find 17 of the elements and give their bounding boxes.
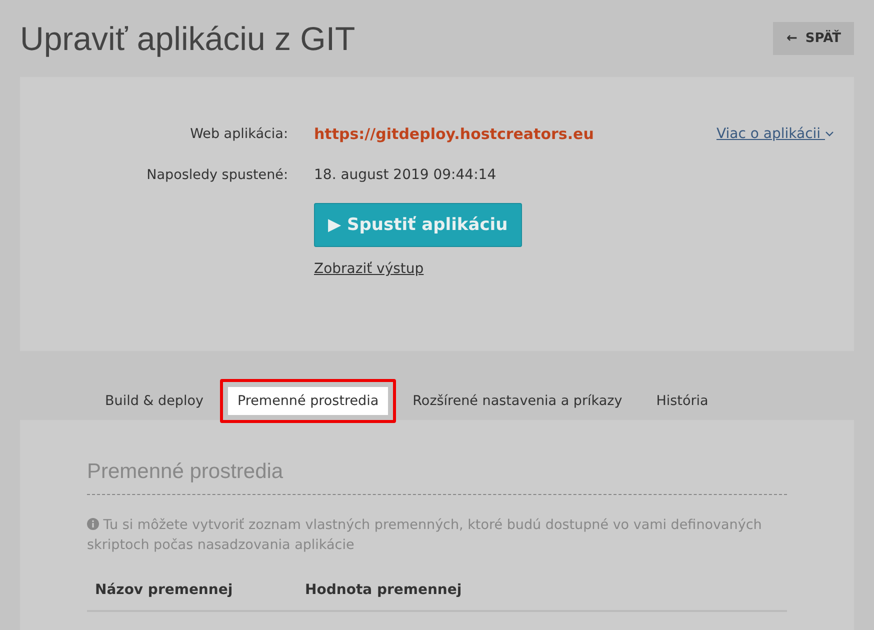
show-output-link[interactable]: Zobraziť výstup bbox=[314, 261, 424, 277]
back-button[interactable]: ← SPÄŤ bbox=[773, 22, 854, 55]
field-label: Naposledy spustené: bbox=[146, 167, 288, 183]
field-value: 18. august 2019 09:44:14 bbox=[314, 167, 496, 183]
tab[interactable]: Premenné prostredia bbox=[220, 379, 396, 423]
info-icon bbox=[87, 518, 99, 530]
column-header: Hodnota premennej bbox=[305, 582, 463, 598]
column-header: Názov premennej bbox=[95, 582, 234, 598]
field-label: Web aplikácia: bbox=[189, 126, 288, 142]
tab[interactable]: Build & deploy bbox=[88, 379, 220, 423]
tab[interactable]: Rozšírené nastavenia a príkazy bbox=[396, 379, 640, 423]
more-info-link[interactable]: Viac o aplikácii bbox=[716, 126, 834, 142]
page-title: Upraviť aplikáciu z GIT bbox=[20, 20, 356, 58]
tab[interactable]: História bbox=[639, 379, 726, 423]
chevron-down-icon bbox=[825, 131, 834, 138]
section-heading: Premenné prostredia bbox=[87, 460, 787, 495]
info-text: Tu si môžete vytvoriť zoznam vlastných premenných, ktoré budú dostupné vo vami definovaných skriptoch počas nasadzovania aplikácie bbox=[87, 516, 763, 556]
